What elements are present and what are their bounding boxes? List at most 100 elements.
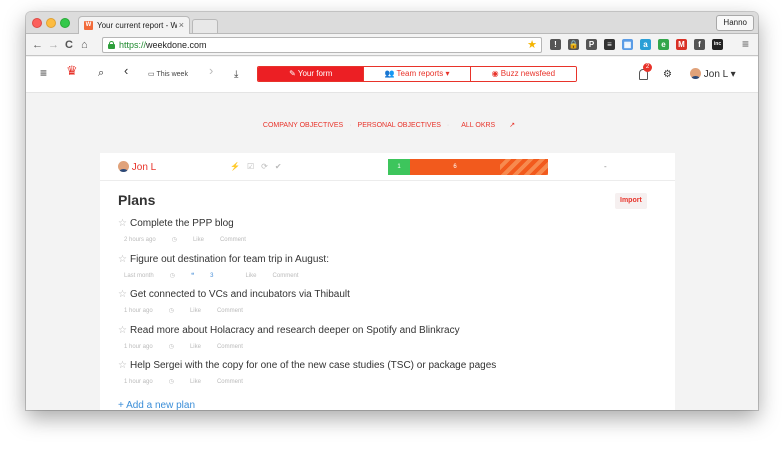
plan-title[interactable]: Figure out destination for team trip in …	[130, 254, 329, 265]
plan-meta: 1 hour ago ◷ Like Comment	[124, 377, 496, 387]
like-link[interactable]: Like	[193, 237, 204, 243]
tab-bar: W Your current report - Weekdone × Hanno	[26, 12, 758, 35]
settings-gear-icon[interactable]: ⚙	[663, 69, 672, 81]
timestamp: 1 hour ago	[124, 308, 153, 314]
import-button[interactable]: Import	[615, 193, 647, 209]
comment-link[interactable]: Comment	[273, 273, 299, 279]
minimize-window-button[interactable]	[46, 18, 56, 28]
personal-objectives-link[interactable]: PERSONAL OBJECTIVES	[358, 122, 441, 129]
reload-icon[interactable]: C	[65, 38, 73, 52]
list-item: ☆ Figure out destination for team trip in…	[118, 253, 329, 281]
clock-icon: ◷	[168, 343, 174, 350]
add-plan-link[interactable]: + Add a new plan	[118, 399, 195, 410]
notification-count-badge: 2	[643, 63, 652, 72]
like-link[interactable]: Like	[190, 308, 201, 314]
plan-title[interactable]: Read more about Holacracy and research d…	[130, 325, 460, 336]
buffer-icon[interactable]: ≡	[604, 39, 615, 50]
tab-team-reports[interactable]: 👥 Team reports ▾	[363, 67, 470, 81]
pocket-icon[interactable]: P	[586, 39, 597, 50]
like-link[interactable]: Like	[190, 344, 201, 350]
like-link[interactable]: Like	[190, 379, 201, 385]
progress-remaining-segment	[500, 159, 548, 175]
page-content: ≡ ♛ ⌕ ‹ ▭ This week › ⤓ ✎ Your form 👥 Te…	[26, 57, 758, 410]
calendar-icon[interactable]: ▦	[622, 39, 633, 50]
browser-toolbar: ← → C ⌂ https://weekdone.com ★ ! 🔒 P ≡ ▦ a e Mf…	[26, 34, 758, 56]
comment-link[interactable]: Comment	[220, 237, 246, 243]
comments-count[interactable]: ❝ 3	[191, 273, 230, 279]
back-arrow-icon[interactable]: ←	[32, 38, 43, 52]
all-okrs-link[interactable]: ALL OKRS ↗	[455, 122, 521, 129]
plans-icon: ⟳	[261, 162, 275, 171]
profile-button[interactable]: Hanno	[716, 15, 754, 31]
info-icon[interactable]: !	[550, 39, 561, 50]
progress-done-segment: 1	[388, 159, 410, 175]
chevron-down-icon: ▾	[445, 69, 450, 78]
evernote-icon[interactable]: e	[658, 39, 669, 50]
plan-meta: Last month ◷ ❝ 3 Like Comment	[124, 271, 329, 281]
secure-lock-icon	[108, 41, 115, 49]
browser-window: W Your current report - Weekdone × Hanno…	[26, 12, 758, 410]
feedly-icon[interactable]: f	[694, 39, 705, 50]
comment-link[interactable]: Comment	[217, 308, 243, 314]
tab-your-form[interactable]: ✎ Your form	[258, 67, 364, 81]
plan-title[interactable]: Help Sergei with the copy for one of the…	[130, 360, 496, 371]
tab-buzz-newsfeed[interactable]: ◉ Buzz newsfeed	[469, 67, 576, 81]
list-item: ☆ Complete the PPP blog 2 hours ago ◷ Like Co…	[118, 217, 262, 245]
prev-week-icon[interactable]: ‹	[124, 64, 128, 77]
avatar	[118, 161, 129, 172]
clock-icon: ◷	[168, 308, 174, 314]
clock-icon: ◷	[168, 379, 174, 385]
maximize-window-button[interactable]	[60, 18, 70, 28]
browser-menu-icon[interactable]: ≡	[742, 37, 749, 51]
card-header: Jon L ⚡☑⟳✔ 1 6 -	[100, 153, 675, 181]
comment-link[interactable]: Comment	[217, 379, 243, 385]
menu-icon[interactable]: ≡	[40, 67, 47, 79]
star-icon[interactable]: ☆	[118, 254, 127, 265]
mood-placeholder: -	[604, 162, 607, 171]
like-link[interactable]: Like	[246, 273, 257, 279]
comment-link[interactable]: Comment	[217, 344, 243, 350]
forward-arrow-icon[interactable]: →	[48, 38, 59, 52]
address-bar[interactable]: https://weekdone.com ★	[102, 37, 542, 53]
bookmark-star-icon[interactable]: ★	[527, 38, 537, 52]
close-window-button[interactable]	[32, 18, 42, 28]
tab-title: Your current report - Weekdone	[97, 21, 177, 30]
url-text: https://weekdone.com	[119, 40, 207, 50]
okr-links: COMPANY OBJECTIVES · PERSONAL OBJECTIVES · A…	[26, 121, 758, 129]
download-icon[interactable]: ⤓	[234, 69, 238, 81]
star-icon[interactable]: ☆	[118, 218, 127, 229]
plan-title[interactable]: Get connected to VCs and incubators via …	[130, 289, 350, 300]
lock-icon[interactable]: 🔒	[568, 39, 579, 50]
progress-bar: 1 6	[388, 159, 548, 175]
edit-icon: ✎	[289, 69, 296, 78]
new-tab-button[interactable]	[192, 19, 218, 33]
amazon-icon[interactable]: a	[640, 39, 651, 50]
section-title: Plans	[118, 192, 156, 208]
card-user[interactable]: Jon L	[118, 161, 156, 174]
progress-plans-segment: 6	[410, 159, 500, 175]
timestamp: 2 hours ago	[124, 237, 156, 243]
inc-icon[interactable]: inc	[712, 39, 723, 50]
plan-title[interactable]: Complete the PPP blog	[130, 218, 234, 229]
tab-close-icon[interactable]: ×	[179, 20, 184, 30]
browser-tab[interactable]: W Your current report - Weekdone ×	[78, 16, 190, 35]
timestamp: 1 hour ago	[124, 343, 153, 350]
star-icon[interactable]: ☆	[118, 325, 127, 336]
gmail-icon[interactable]: M	[676, 39, 687, 50]
week-selector[interactable]: ▭ This week	[148, 68, 188, 82]
search-icon[interactable]: ⌕	[98, 67, 104, 79]
weekdone-logo-icon[interactable]: ♛	[66, 64, 78, 77]
timestamp: 1 hour ago	[124, 379, 153, 385]
check-icon: ✔	[274, 162, 289, 171]
plan-meta: 2 hours ago ◷ Like Comment	[124, 235, 262, 245]
list-item: ☆ Help Sergei with the copy for one of th…	[118, 359, 496, 387]
user-menu[interactable]: Jon L ▾	[690, 67, 736, 83]
star-icon[interactable]: ☆	[118, 360, 127, 371]
progress-icon: ☑	[246, 162, 262, 171]
next-week-icon[interactable]: ›	[209, 64, 213, 77]
home-icon[interactable]: ⌂	[81, 38, 88, 52]
timestamp: Last month	[124, 272, 154, 279]
clock-icon: ◷	[169, 272, 175, 279]
company-objectives-link[interactable]: COMPANY OBJECTIVES	[263, 122, 343, 129]
star-icon[interactable]: ☆	[118, 289, 127, 300]
